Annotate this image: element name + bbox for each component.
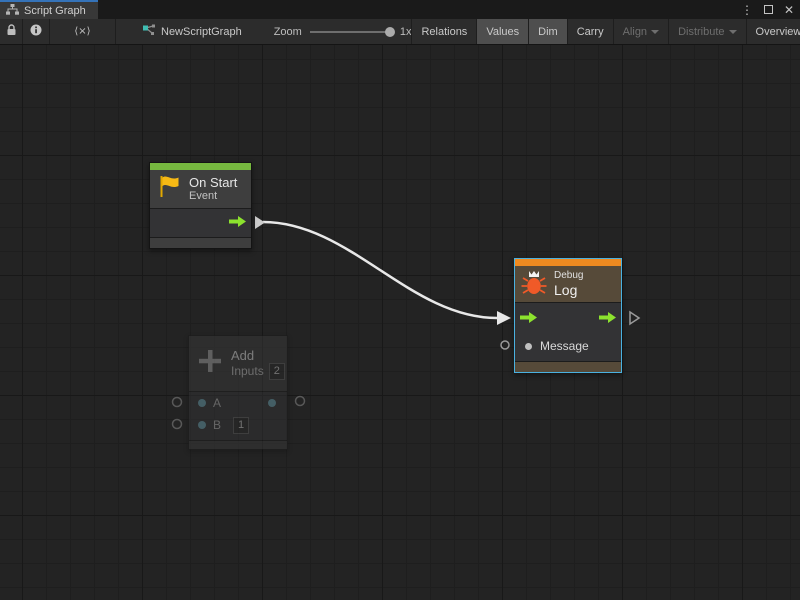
- plus-icon: [197, 348, 223, 379]
- debug-ports: Message: [515, 302, 621, 361]
- graph-reference[interactable]: NewScriptGraph: [142, 19, 242, 44]
- message-label: Message: [540, 339, 589, 353]
- port-b-value-field[interactable]: 1: [233, 417, 249, 434]
- port-a-dot[interactable]: [198, 399, 206, 407]
- distribute-dropdown[interactable]: Distribute: [668, 19, 745, 44]
- on-start-subtitle: Event: [189, 190, 237, 203]
- debug-footer: [515, 361, 621, 372]
- add-header[interactable]: Add Inputs 2: [189, 336, 287, 391]
- wire-arrowhead: [497, 311, 511, 325]
- add-input-a-port[interactable]: [173, 398, 182, 407]
- overview-button[interactable]: Overview: [746, 19, 800, 44]
- zoom-value: 1x: [400, 26, 412, 38]
- on-start-title: On Start: [189, 175, 237, 190]
- dim-toggle[interactable]: Dim: [528, 19, 567, 44]
- node-debug-log[interactable]: Debug Log: [514, 258, 622, 373]
- code-icon: ⟨×⟩: [74, 26, 90, 37]
- node-add[interactable]: Add Inputs 2 A B 1: [188, 335, 288, 450]
- exec-output-arrow-icon[interactable]: [229, 214, 246, 232]
- add-ports: A B 1: [189, 391, 287, 440]
- flag-icon: [156, 173, 182, 205]
- maximize-icon[interactable]: [764, 5, 773, 14]
- add-input-b-port[interactable]: [173, 420, 182, 429]
- graph-hierarchy-icon: [6, 2, 19, 20]
- add-inputs-label: Inputs: [231, 364, 264, 378]
- on-start-accent-bar: [150, 163, 251, 170]
- relations-toggle[interactable]: Relations: [411, 19, 476, 44]
- zoom-slider[interactable]: [310, 31, 392, 33]
- zoom-label: Zoom: [274, 26, 302, 38]
- tab-title: Script Graph: [24, 5, 86, 17]
- chevron-down-icon: [729, 30, 737, 34]
- lock-icon: [6, 24, 17, 39]
- edit-source-button[interactable]: ⟨×⟩: [50, 19, 116, 44]
- graph-toolbar: ⟨×⟩ NewScriptGraph Zoom 1x Relations Val…: [0, 19, 800, 45]
- add-inputs-count-field[interactable]: 2: [269, 363, 285, 380]
- node-on-start[interactable]: On Start Event: [149, 162, 252, 249]
- bug-icon: [521, 268, 547, 301]
- on-start-footer: [150, 237, 251, 248]
- carry-toggle[interactable]: Carry: [567, 19, 613, 44]
- script-graph-window: Script Graph ⋮ ✕: [0, 0, 800, 600]
- port-b-dot[interactable]: [198, 421, 206, 429]
- align-dropdown[interactable]: Align: [613, 19, 668, 44]
- add-output-port[interactable]: [296, 397, 305, 406]
- close-icon[interactable]: ✕: [784, 4, 794, 16]
- graph-asset-icon: [142, 24, 156, 39]
- connection-wire[interactable]: [263, 222, 497, 318]
- graph-name-label: NewScriptGraph: [161, 26, 242, 38]
- zoom-slider-handle[interactable]: [385, 27, 395, 37]
- lock-button[interactable]: [0, 19, 23, 44]
- debug-accent-bar: [515, 259, 621, 266]
- values-toggle[interactable]: Values: [476, 19, 528, 44]
- info-button[interactable]: [23, 19, 50, 44]
- toolbar-toggles: Relations Values Dim Carry Align Distrib…: [411, 19, 800, 44]
- debug-category: Debug: [554, 270, 583, 282]
- tab-script-graph[interactable]: Script Graph: [0, 0, 98, 19]
- on-start-ports: [150, 208, 251, 237]
- tab-bar: Script Graph ⋮ ✕: [0, 0, 800, 19]
- wire-layer: [0, 45, 800, 600]
- exec-input-arrow-icon[interactable]: [520, 310, 537, 328]
- info-icon: [30, 24, 42, 39]
- add-title: Add: [231, 348, 285, 363]
- graph-canvas[interactable]: On Start Event: [0, 45, 800, 600]
- window-controls: ⋮ ✕: [741, 0, 794, 19]
- port-b-label: B: [213, 418, 221, 432]
- debug-message-port[interactable]: [501, 341, 509, 349]
- debug-title: Log: [554, 282, 583, 298]
- debug-output-port[interactable]: [630, 312, 639, 324]
- port-a-label: A: [213, 396, 221, 410]
- window-menu-icon[interactable]: ⋮: [741, 4, 753, 16]
- on-start-output-port[interactable]: [255, 216, 265, 229]
- exec-output-arrow-icon[interactable]: [599, 310, 616, 328]
- chevron-down-icon: [651, 30, 659, 34]
- sum-output-dot[interactable]: [268, 399, 276, 407]
- add-footer: [189, 440, 287, 449]
- debug-header[interactable]: Debug Log: [515, 266, 621, 302]
- on-start-header[interactable]: On Start Event: [150, 170, 251, 208]
- message-port-dot[interactable]: [525, 343, 532, 350]
